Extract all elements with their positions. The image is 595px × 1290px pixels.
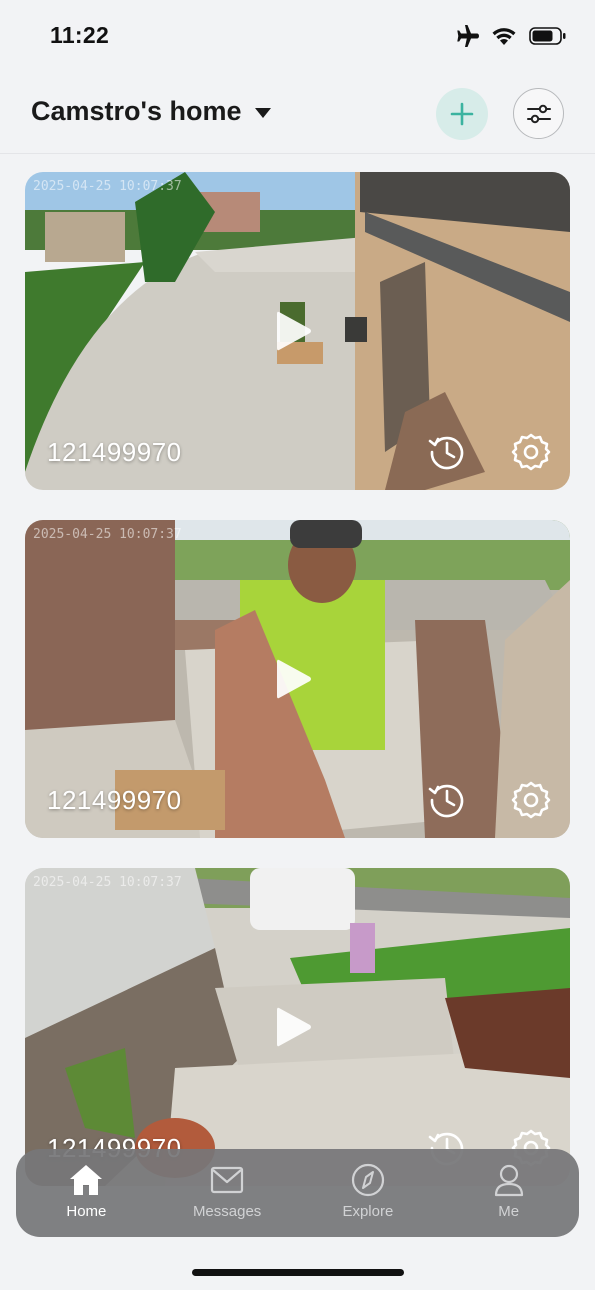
home-indicator xyxy=(192,1269,404,1276)
gear-icon[interactable] xyxy=(511,432,551,472)
mail-icon xyxy=(211,1166,244,1194)
header: Camstro's home xyxy=(0,78,595,152)
home-title: Camstro's home xyxy=(31,96,242,126)
status-time: 11:22 xyxy=(50,22,110,48)
tab-home[interactable]: Home xyxy=(16,1149,157,1237)
header-divider xyxy=(0,153,595,154)
timestamp: 2025-04-25 10:07:37 xyxy=(33,179,182,194)
tab-messages-label: Messages xyxy=(192,1203,262,1220)
status-bar: 11:22 xyxy=(0,0,595,72)
tab-messages[interactable]: Messages xyxy=(157,1149,298,1237)
tab-home-label: Home xyxy=(66,1203,107,1220)
person-icon xyxy=(494,1164,523,1197)
home-selector[interactable]: Camstro's home xyxy=(31,96,272,127)
tab-bar: Home Messages Explore Me xyxy=(16,1149,579,1237)
camera-card[interactable]: 2025-04-25 10:07:37 121499970 xyxy=(25,520,570,838)
tab-explore-label: Explore xyxy=(342,1203,394,1220)
wifi-icon xyxy=(492,28,516,45)
status-icons xyxy=(455,25,567,47)
airplane-icon xyxy=(457,25,479,47)
add-device-button[interactable] xyxy=(436,88,488,140)
camera-card[interactable]: 2025-04-25 10:07:37 121499970 xyxy=(25,868,570,1186)
play-icon[interactable] xyxy=(274,657,314,701)
timestamp: 2025-04-25 10:07:37 xyxy=(33,527,182,542)
gear-icon[interactable] xyxy=(511,780,551,820)
tab-explore[interactable]: Explore xyxy=(298,1149,439,1237)
play-icon[interactable] xyxy=(274,309,314,353)
sliders-icon xyxy=(526,104,551,123)
tab-me-label: Me xyxy=(498,1203,520,1220)
camera-name: 121499970 xyxy=(47,785,182,815)
plus-icon xyxy=(450,102,474,126)
battery-icon xyxy=(529,27,566,45)
history-icon[interactable] xyxy=(427,780,467,820)
camera-name: 121499970 xyxy=(47,437,182,467)
home-icon xyxy=(70,1165,103,1195)
compass-icon xyxy=(351,1163,384,1197)
tab-me[interactable]: Me xyxy=(438,1149,579,1237)
camera-card[interactable]: 2025-04-25 10:07:37 121499970 xyxy=(25,172,570,490)
caret-down-icon xyxy=(255,107,272,118)
play-icon[interactable] xyxy=(274,1005,314,1049)
timestamp: 2025-04-25 10:07:37 xyxy=(33,875,182,890)
history-icon[interactable] xyxy=(427,432,467,472)
filter-settings-button[interactable] xyxy=(513,88,564,139)
